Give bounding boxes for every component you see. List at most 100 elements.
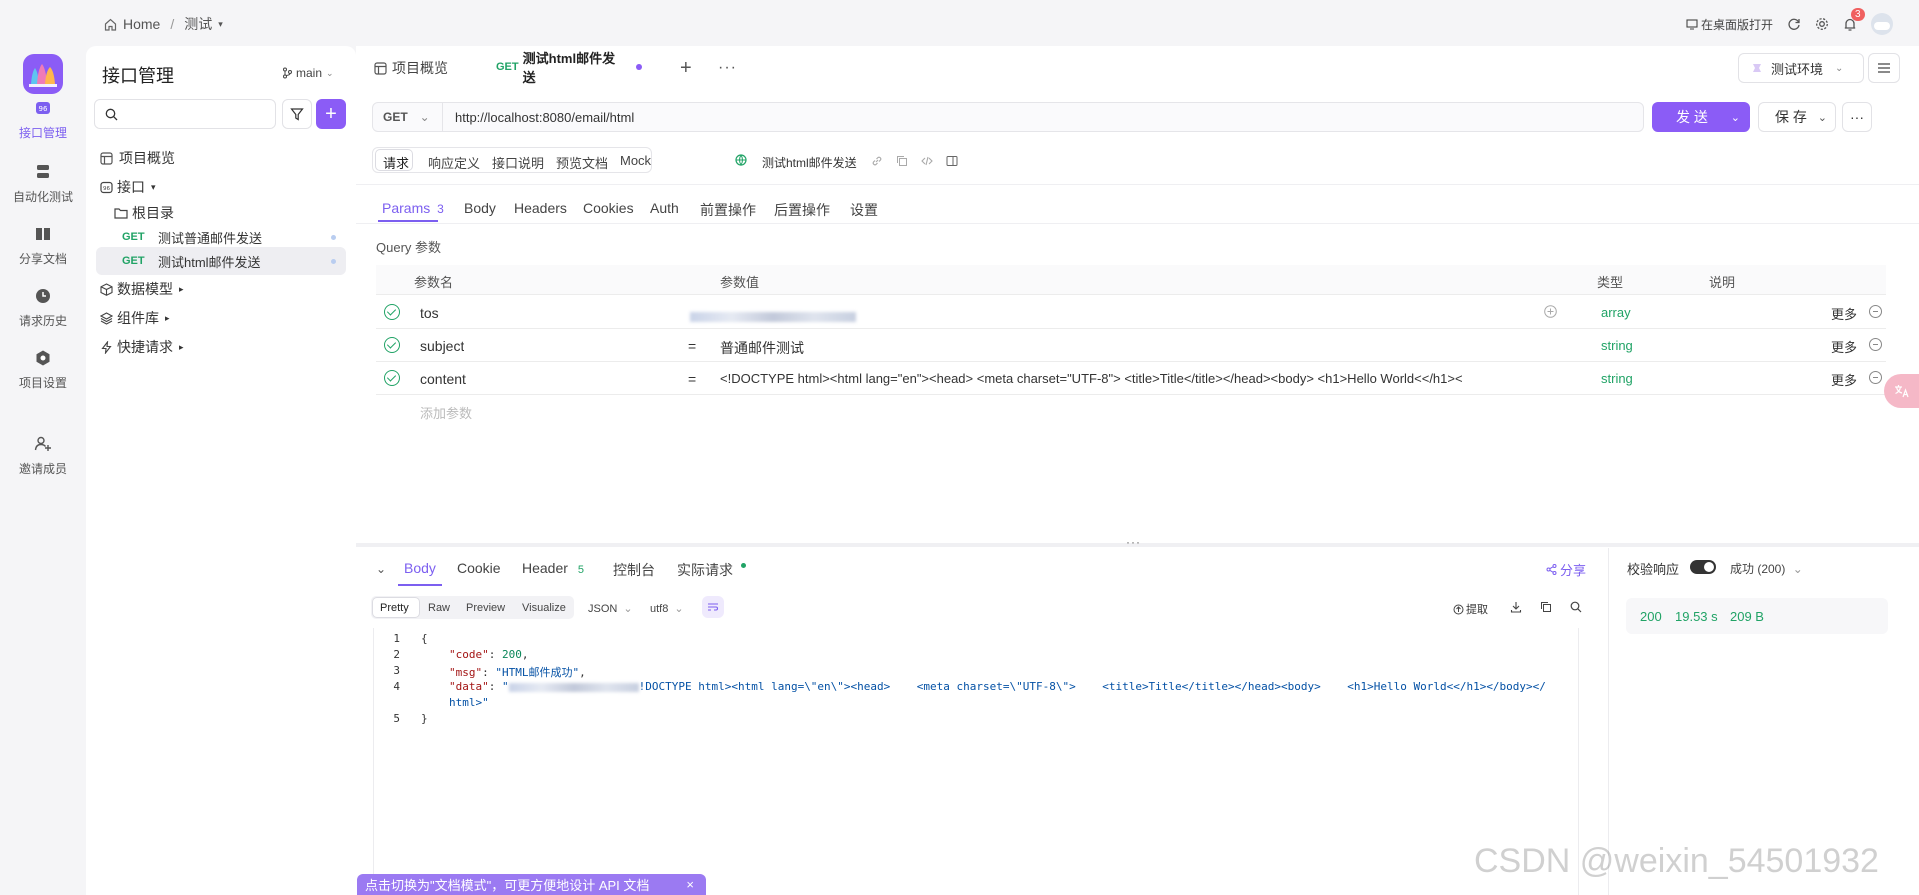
method-selector[interactable]: GET ⌄ xyxy=(373,103,443,131)
gear-icon[interactable] xyxy=(1815,17,1829,31)
tab-cookies[interactable]: Cookies xyxy=(583,200,634,216)
tab-active-api[interactable]: GET 测试html邮件发送 xyxy=(486,46,642,90)
environment-selector[interactable]: 测试环境 ⌄ xyxy=(1738,53,1864,83)
collapse-icon[interactable]: ⌄ xyxy=(376,562,386,576)
rail-item-automation[interactable]: 自动化测试 xyxy=(0,162,86,205)
tab-pre-processors[interactable]: 前置操作 xyxy=(700,200,756,220)
param-name[interactable]: content xyxy=(420,371,466,387)
sidebar-api-item[interactable]: GET 测试html邮件发送 xyxy=(96,247,346,275)
tab-headers[interactable]: Headers xyxy=(514,200,567,216)
link-icon[interactable] xyxy=(871,155,883,167)
home-icon[interactable] xyxy=(104,18,117,31)
copy-icon[interactable] xyxy=(896,155,908,167)
response-tab-actual-request[interactable]: 实际请求 xyxy=(677,560,746,580)
param-value[interactable]: 普通邮件测试 xyxy=(720,338,804,358)
sidebar-item-label: 项目概览 xyxy=(119,150,175,166)
breadcrumb-project[interactable]: 测试 xyxy=(184,14,212,34)
tab-params[interactable]: Params 3 xyxy=(382,200,444,216)
more-tabs-button[interactable]: ··· xyxy=(718,46,737,90)
search-icon[interactable] xyxy=(1570,601,1582,613)
mode-tab-mock[interactable]: Mock xyxy=(620,153,651,168)
url-input[interactable]: http://localhost:8080/email/html xyxy=(455,110,634,125)
mode-tab-request[interactable]: 请求 xyxy=(383,153,409,172)
rail-item-history[interactable]: 请求历史 xyxy=(0,286,86,329)
more-link[interactable]: 更多 xyxy=(1831,337,1857,356)
tab-auth[interactable]: Auth xyxy=(650,200,679,216)
menu-button[interactable] xyxy=(1868,53,1900,83)
mode-tab-response[interactable]: 响应定义 xyxy=(428,153,480,172)
tab-body[interactable]: Body xyxy=(464,200,496,216)
rail-item-project-settings[interactable]: 项目设置 xyxy=(0,348,86,391)
mode-tab-doc[interactable]: 接口说明 xyxy=(492,153,544,172)
panel-icon[interactable] xyxy=(946,155,958,167)
breadcrumb-home[interactable]: Home xyxy=(123,16,160,32)
wrap-toggle-button[interactable] xyxy=(702,596,724,618)
branch-selector[interactable]: main ⌄ xyxy=(282,66,334,80)
format-pretty[interactable]: Pretty xyxy=(380,602,409,614)
add-button[interactable]: + xyxy=(316,99,346,129)
sidebar-item-components[interactable]: 组件库 ▸ xyxy=(96,304,346,332)
more-link[interactable]: 更多 xyxy=(1831,370,1857,389)
response-tab-body[interactable]: Body xyxy=(404,560,436,576)
more-actions-button[interactable]: ··· xyxy=(1842,102,1872,132)
extract-button[interactable]: 提取 xyxy=(1453,601,1488,617)
sidebar-item-data-model[interactable]: 数据模型 ▸ xyxy=(96,275,346,303)
copy-icon[interactable] xyxy=(1540,601,1552,613)
add-param-input[interactable]: 添加参数 xyxy=(420,403,472,422)
param-type[interactable]: string xyxy=(1601,338,1633,353)
remove-param-icon[interactable] xyxy=(1869,371,1882,384)
format-raw[interactable]: Raw xyxy=(428,602,450,614)
param-name[interactable]: tos xyxy=(420,305,439,321)
avatar[interactable] xyxy=(1871,13,1894,35)
response-status-select[interactable]: 成功 (200) ⌄ xyxy=(1730,560,1803,577)
search-input[interactable] xyxy=(94,99,276,129)
tab-settings[interactable]: 设置 xyxy=(850,200,878,220)
doc-mode-banner[interactable]: 点击切换为"文档模式"，可更方便地设计 API 文档 × xyxy=(357,874,706,895)
check-circle-icon[interactable] xyxy=(384,370,400,386)
bell-button[interactable]: 3 xyxy=(1843,7,1865,32)
mode-tab-preview[interactable]: 预览文档 xyxy=(556,153,608,172)
share-button[interactable]: 分享 xyxy=(1546,560,1586,579)
format-preview[interactable]: Preview xyxy=(466,602,505,614)
validate-toggle[interactable] xyxy=(1690,560,1716,574)
sidebar-item-quick-request[interactable]: 快捷请求 ▸ xyxy=(96,333,346,361)
new-tab-button[interactable]: + xyxy=(680,46,692,90)
param-type[interactable]: array xyxy=(1601,305,1631,320)
filter-button[interactable] xyxy=(282,99,312,129)
param-name[interactable]: subject xyxy=(420,338,464,354)
check-circle-icon[interactable] xyxy=(384,304,400,320)
refresh-icon[interactable] xyxy=(1787,17,1801,31)
download-icon[interactable] xyxy=(1510,601,1522,613)
caret-down-icon[interactable]: ▾ xyxy=(218,19,223,30)
rail-item-invite[interactable]: 邀请成员 xyxy=(0,434,86,477)
sidebar-item-interfaces[interactable]: 96 接口 ▾ xyxy=(96,173,346,201)
encoding-select[interactable]: utf8 ⌄ xyxy=(650,602,684,615)
close-icon[interactable]: × xyxy=(686,877,694,892)
open-desktop-button[interactable]: 在桌面版打开 xyxy=(1686,16,1773,33)
param-type[interactable]: string xyxy=(1601,371,1633,386)
code-icon[interactable] xyxy=(921,155,933,167)
app-logo[interactable] xyxy=(23,54,63,94)
translate-float-button[interactable] xyxy=(1884,374,1919,408)
format-visualize[interactable]: Visualize xyxy=(522,602,566,614)
plus-circle-icon[interactable] xyxy=(1544,305,1557,318)
globe-icon xyxy=(735,154,747,166)
language-select[interactable]: JSON ⌄ xyxy=(588,602,633,615)
rail-item-share-docs[interactable]: 分享文档 xyxy=(0,224,86,267)
rail-item-api[interactable]: 96 接口管理 xyxy=(0,98,86,141)
check-circle-icon[interactable] xyxy=(384,337,400,353)
api-name-label[interactable]: 测试html邮件发送 xyxy=(762,154,857,171)
sidebar-item-overview[interactable]: 项目概览 xyxy=(96,144,346,172)
send-button[interactable]: 发 送 ⌄ xyxy=(1652,102,1750,132)
more-link[interactable]: 更多 xyxy=(1831,304,1857,323)
response-tab-cookie[interactable]: Cookie xyxy=(457,560,501,576)
remove-param-icon[interactable] xyxy=(1869,338,1882,351)
param-value[interactable]: <!DOCTYPE html><html lang="en"><head> <m… xyxy=(720,371,1590,386)
drag-handle-icon[interactable]: ··· xyxy=(1126,535,1141,549)
save-button[interactable]: 保 存 ⌄ xyxy=(1758,102,1836,132)
tab-post-processors[interactable]: 后置操作 xyxy=(774,200,830,220)
response-tab-console[interactable]: 控制台 xyxy=(613,560,655,580)
response-tab-header[interactable]: Header 5 xyxy=(522,560,584,576)
remove-param-icon[interactable] xyxy=(1869,305,1882,318)
tab-project-overview[interactable]: 项目概览 xyxy=(374,46,448,90)
